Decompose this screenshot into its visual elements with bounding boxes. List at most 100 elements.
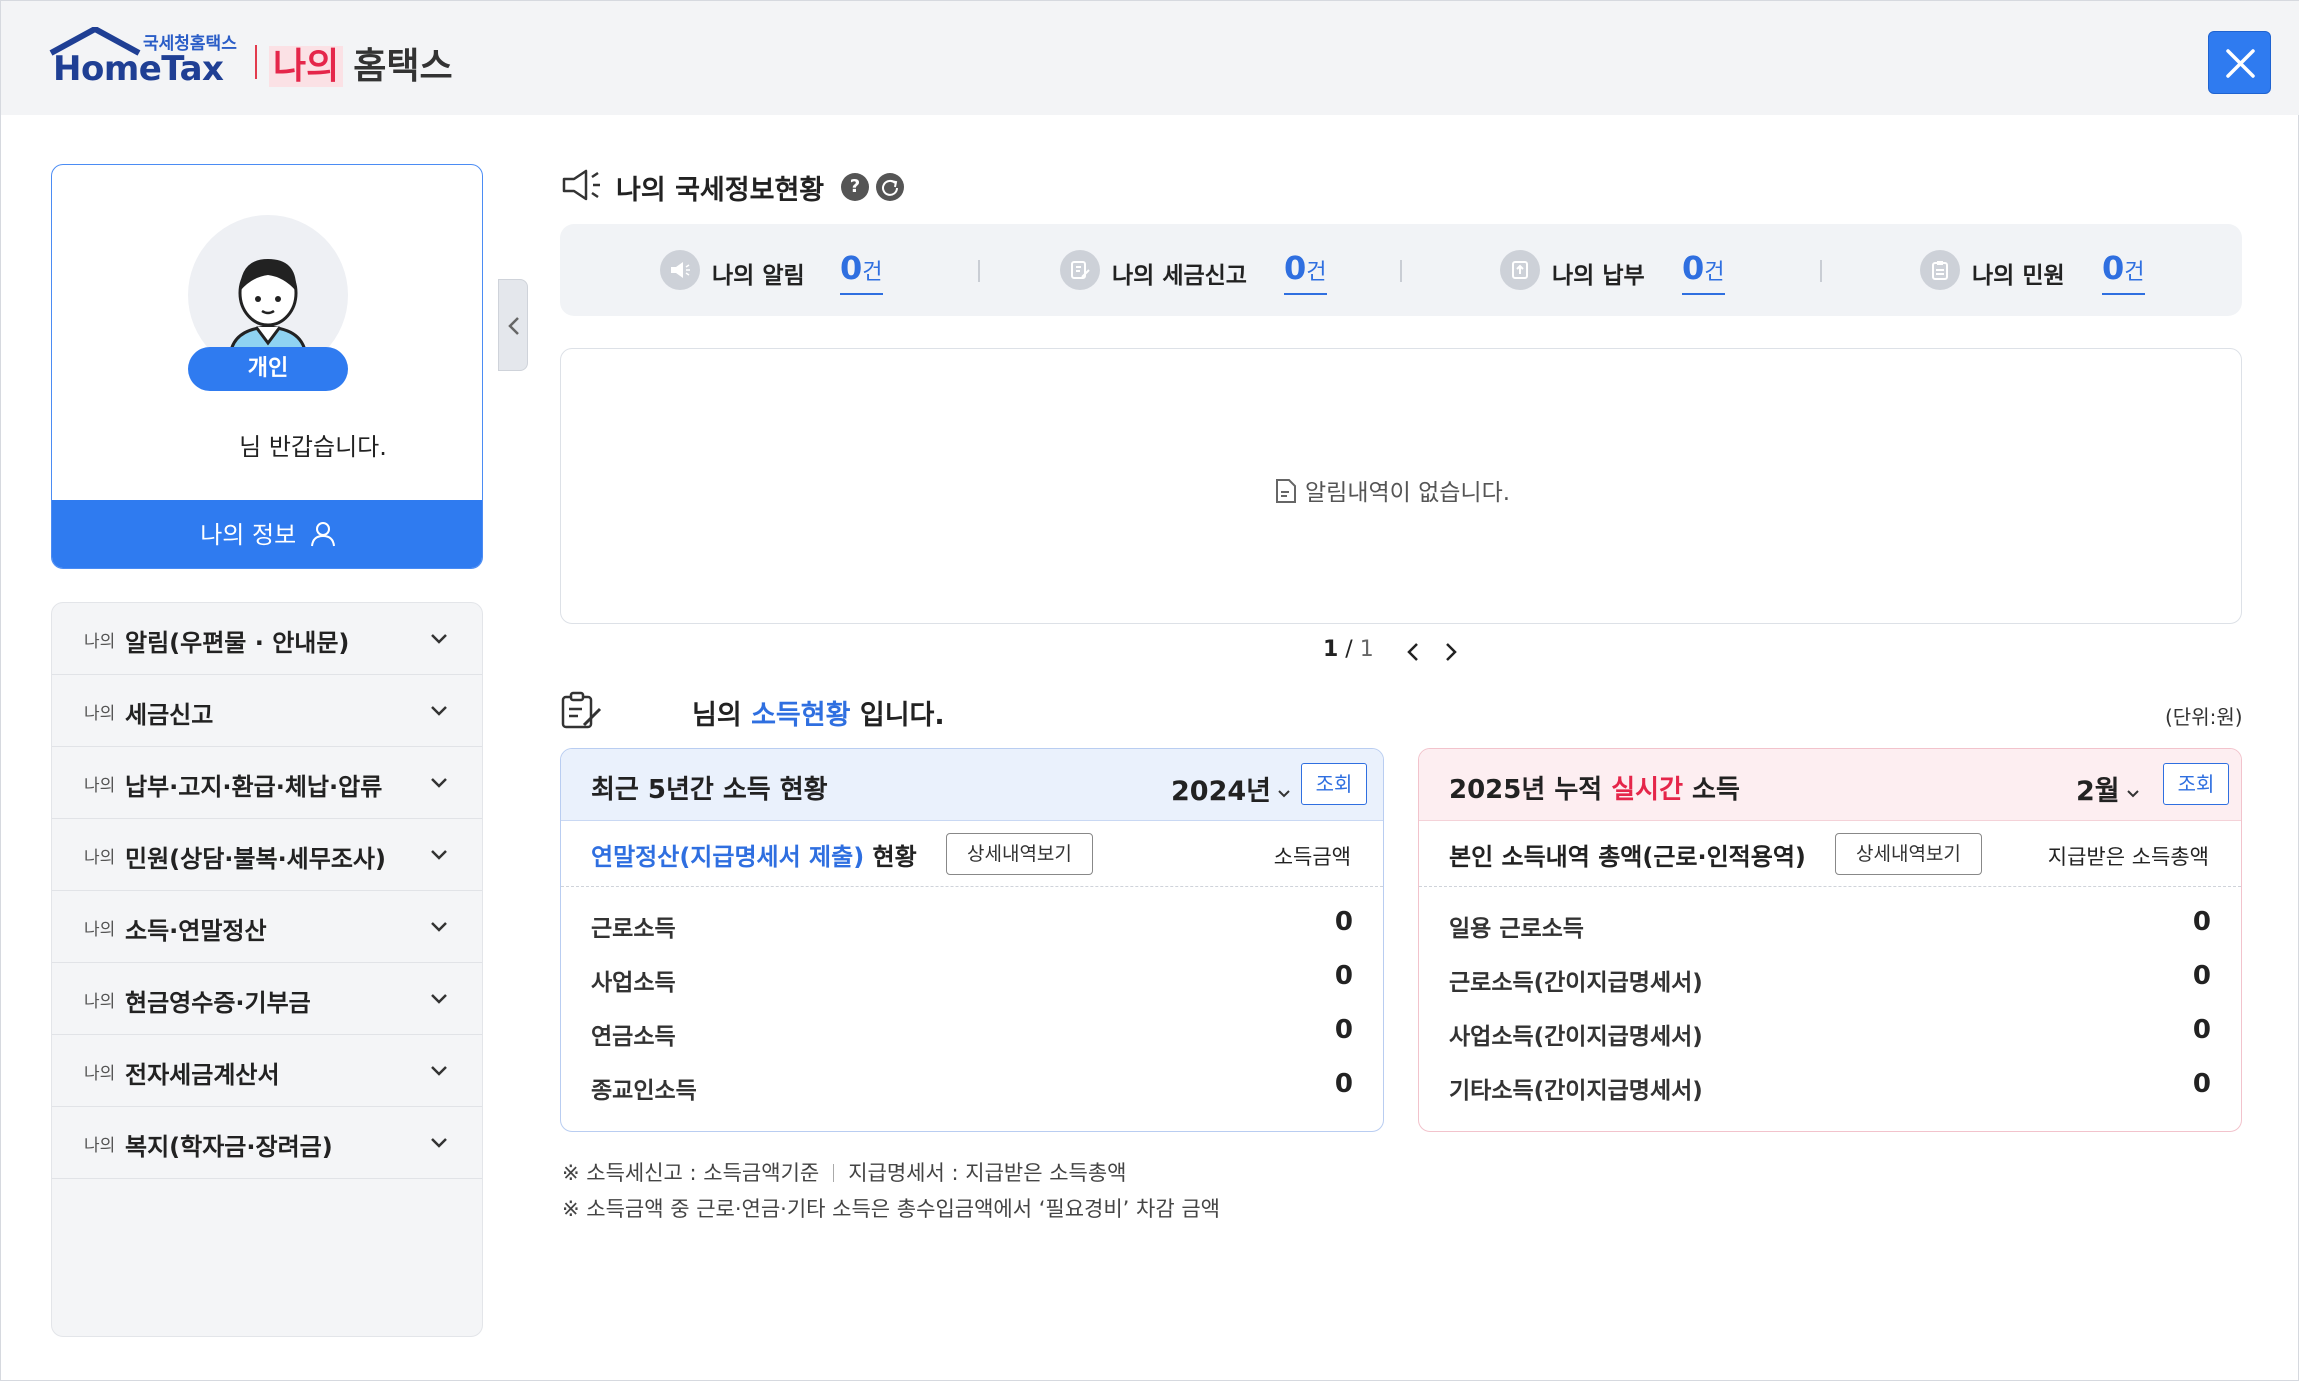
section-title: 나의 국세정보현황 xyxy=(616,175,825,206)
page-total: 1 xyxy=(1359,637,1374,662)
panel-subtitle: 본인 소득내역 총액(근로·인적용역) xyxy=(1449,843,1806,871)
logo-divider xyxy=(255,45,257,79)
income-row: 근로소득(간이지급명세서) 0 xyxy=(1449,961,2211,996)
realtime-income-panel: 2025년 누적 실시간 소득 2월 조회 본인 소득내역 총액(근로·인적용역… xyxy=(1418,748,2242,1132)
sidebar-item-label: 세금신고 xyxy=(125,701,214,729)
sidebar-item-welfare[interactable]: 나의 복지(학자금·장려금) xyxy=(52,1107,482,1179)
recent-5yr-income-panel: 최근 5년간 소득 현황 2024년 조회 연말정산(지급명세서 제출) 현황 … xyxy=(560,748,1384,1132)
profile-card: 개인 님 반갑습니다. 나의 정보 xyxy=(51,164,483,569)
income-row: 연금소득 0 xyxy=(591,1015,1353,1050)
empty-notice-message: 알림내역이 없습니다. xyxy=(1275,473,1510,507)
column-header: 지급받은 소득총액 xyxy=(2047,845,2209,869)
hometax-logo[interactable]: 국세청홈택스 HomeTax xyxy=(49,27,239,89)
sidebar-item-income[interactable]: 나의 소득·연말정산 xyxy=(52,891,482,963)
my-info-button[interactable]: 나의 정보 xyxy=(52,500,482,568)
chevron-down-icon xyxy=(431,634,447,644)
income-row: 기타소득(간이지급명세서) 0 xyxy=(1449,1069,2211,1104)
menu-prefix: 나의 xyxy=(84,632,116,652)
notice-list: 알림내역이 없습니다. xyxy=(560,348,2242,624)
menu-prefix: 나의 xyxy=(84,776,116,796)
chevron-down-icon xyxy=(1278,790,1290,798)
chevron-down-icon xyxy=(431,994,447,1004)
megaphone-icon xyxy=(660,250,700,290)
chevron-down-icon xyxy=(431,1138,447,1148)
stat-label: 나의 세금신고 xyxy=(1112,263,1247,289)
my-hometax-page: 국세청홈택스 HomeTax 나의 홈택스 개인 님 반갑습니다. 나의 정보 … xyxy=(0,0,2299,1381)
stat-label: 나의 납부 xyxy=(1552,263,1645,289)
detail-button[interactable]: 상세내역보기 xyxy=(1835,833,1982,875)
chevron-down-icon xyxy=(431,850,447,860)
sidebar-item-label: 복지(학자금·장려금) xyxy=(125,1133,333,1161)
query-button[interactable]: 조회 xyxy=(1301,763,1367,805)
tax-status-bar: 나의 알림 0건 나의 세금신고 0건 나의 납부 0건 나의 민원 0건 xyxy=(560,224,2242,316)
income-row: 사업소득(간이지급명세서) 0 xyxy=(1449,1015,2211,1050)
sidebar-item-receipts[interactable]: 나의 현금영수증·기부금 xyxy=(52,963,482,1035)
sidebar-item-label: 알림(우편물 · 안내문) xyxy=(125,629,350,657)
menu-prefix: 나의 xyxy=(84,1064,116,1084)
query-button[interactable]: 조회 xyxy=(2163,763,2229,805)
site-title: 나의 홈택스 xyxy=(269,37,453,89)
refresh-icon[interactable] xyxy=(876,173,904,201)
stat-count[interactable]: 0건 xyxy=(840,248,883,295)
menu-prefix: 나의 xyxy=(84,992,116,1012)
chevron-right-icon[interactable] xyxy=(1444,641,1458,663)
month-select[interactable]: 2월 xyxy=(2076,769,2140,808)
sidebar-item-label: 전자세금계산서 xyxy=(125,1061,280,1089)
unit-note: (단위:원) xyxy=(2165,705,2243,729)
stat-label: 나의 알림 xyxy=(712,263,805,289)
clipboard-edit-icon xyxy=(561,691,602,729)
sidebar-item-label: 납부·고지·환급·체납·압류 xyxy=(125,773,383,801)
site-title-highlight: 나의 xyxy=(269,46,344,87)
megaphone-icon xyxy=(562,169,600,201)
menu-prefix: 나의 xyxy=(84,704,116,724)
income-row: 근로소득 0 xyxy=(591,907,1353,942)
close-button[interactable] xyxy=(2208,31,2271,94)
header: 국세청홈택스 HomeTax 나의 홈택스 xyxy=(1,1,2299,115)
income-row: 종교인소득 0 xyxy=(591,1069,1353,1104)
footnote-1: ※ 소득세신고 : 소득금액기준 지급명세서 : 지급받은 소득총액 xyxy=(562,1161,1127,1185)
my-info-label: 나의 정보 xyxy=(200,521,297,549)
income-title: 님의 소득현황 입니다. xyxy=(692,700,945,731)
help-icon[interactable]: ? xyxy=(841,173,869,201)
page-current: 1 xyxy=(1323,637,1339,662)
sidebar-item-payment[interactable]: 나의 납부·고지·환급·체납·압류 xyxy=(52,747,482,819)
divider xyxy=(978,260,980,282)
stat-count[interactable]: 0건 xyxy=(2102,248,2145,295)
sidebar-item-label: 현금영수증·기부금 xyxy=(125,989,311,1017)
person-icon xyxy=(310,522,335,547)
stat-count[interactable]: 0건 xyxy=(1284,248,1327,295)
sidebar-menu: 나의 알림(우편물 · 안내문) 나의 세금신고 나의 납부·고지·환급·체납·… xyxy=(51,602,483,1337)
panel-header: 2025년 누적 실시간 소득 2월 조회 xyxy=(1419,749,2241,821)
site-title-rest: 홈택스 xyxy=(353,46,453,87)
page-separator: / xyxy=(1338,637,1360,662)
payment-icon xyxy=(1500,250,1540,290)
menu-prefix: 나의 xyxy=(84,848,116,868)
logo-text: HomeTax xyxy=(53,49,224,89)
sidebar-item-notice[interactable]: 나의 알림(우편물 · 안내문) xyxy=(52,603,482,675)
chevron-down-icon xyxy=(431,778,447,788)
panel-subtitle: 연말정산(지급명세서 제출) 현황 xyxy=(591,843,917,871)
chevron-down-icon xyxy=(431,706,447,716)
chevron-left-icon xyxy=(508,317,519,335)
sidebar-item-tax-filing[interactable]: 나의 세금신고 xyxy=(52,675,482,747)
stat-label: 나의 민원 xyxy=(1972,263,2065,289)
divider xyxy=(1820,260,1822,282)
pagination: 1 / 1 xyxy=(1323,637,1374,662)
sidebar-item-e-invoice[interactable]: 나의 전자세금계산서 xyxy=(52,1035,482,1107)
panel-title: 2025년 누적 실시간 소득 xyxy=(1449,775,1740,805)
stat-count[interactable]: 0건 xyxy=(1682,248,1725,295)
panel-subheader: 연말정산(지급명세서 제출) 현황 상세내역보기 소득금액 xyxy=(561,821,1383,887)
footnote-2: ※ 소득금액 중 근로·연금·기타 소득은 총수입금액에서 ‘필요경비’ 차감 … xyxy=(562,1197,1220,1221)
greeting-text: 님 반갑습니다. xyxy=(239,433,387,461)
panel-title: 최근 5년간 소득 현황 xyxy=(591,775,828,805)
year-select[interactable]: 2024년 xyxy=(1171,769,1291,808)
chevron-down-icon xyxy=(431,1066,447,1076)
chevron-left-icon[interactable] xyxy=(1406,641,1420,663)
menu-prefix: 나의 xyxy=(84,1136,116,1156)
form-edit-icon xyxy=(1060,250,1100,290)
menu-prefix: 나의 xyxy=(84,920,116,940)
sidebar-item-civil[interactable]: 나의 민원(상담·불복·세무조사) xyxy=(52,819,482,891)
detail-button[interactable]: 상세내역보기 xyxy=(946,833,1093,875)
sidebar-collapse-toggle[interactable] xyxy=(498,279,528,371)
panel-header: 최근 5년간 소득 현황 2024년 조회 xyxy=(561,749,1383,821)
